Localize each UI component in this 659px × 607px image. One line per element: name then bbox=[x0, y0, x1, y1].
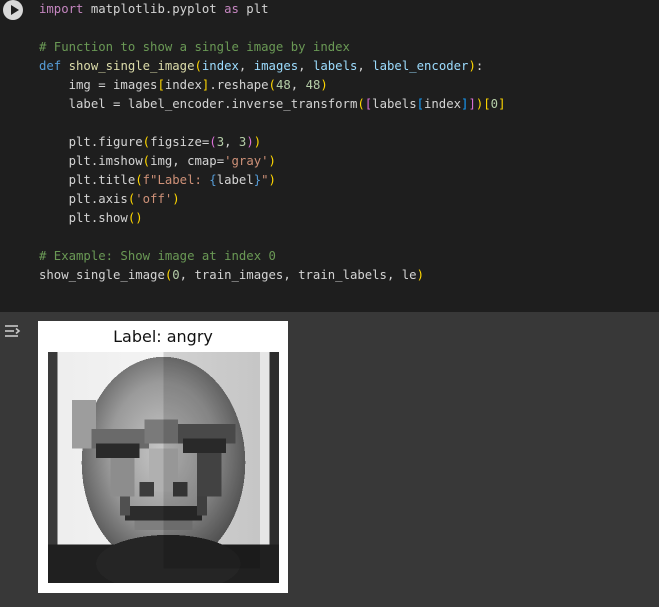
code-token: labels bbox=[312, 59, 358, 73]
code-token: import bbox=[39, 2, 84, 16]
code-token: [ bbox=[483, 97, 491, 111]
code-token: ) bbox=[416, 268, 424, 282]
code-token: , bbox=[357, 59, 373, 73]
code-line: plt.figure(figsize=(3, 3)) bbox=[39, 133, 505, 152]
code-token: 3 bbox=[216, 135, 225, 149]
code-token: ) bbox=[253, 135, 262, 149]
code-token: ( bbox=[194, 59, 202, 73]
code-token: 0 bbox=[172, 268, 180, 282]
code-token: # Function to show a single image by ind… bbox=[39, 40, 350, 54]
code-token: index bbox=[424, 97, 462, 111]
code-token: 48 bbox=[275, 78, 291, 92]
code-token: ) bbox=[172, 192, 180, 206]
code-token: index bbox=[164, 78, 202, 92]
code-token: ( bbox=[135, 173, 143, 187]
code-token: ) bbox=[320, 78, 328, 92]
code-line: plt.imshow(img, cmap='gray') bbox=[39, 152, 505, 171]
code-token: ) bbox=[268, 173, 276, 187]
code-token: " bbox=[261, 173, 269, 187]
code-line: show_single_image(0, train_images, train… bbox=[39, 266, 505, 285]
code-token: plt.show bbox=[39, 211, 128, 225]
code-token: plt.title bbox=[39, 173, 136, 187]
code-line: label = label_encoder.inverse_transform(… bbox=[39, 95, 506, 114]
code-token: f"Label: bbox=[142, 173, 210, 187]
code-editor[interactable]: import matplotlib.pyplot as plt # Functio… bbox=[39, 0, 505, 285]
code-token: label bbox=[216, 173, 254, 187]
run-cell-button[interactable] bbox=[3, 0, 23, 20]
code-token: index bbox=[201, 59, 239, 73]
code-token: { bbox=[209, 173, 217, 187]
code-token: ( bbox=[268, 78, 276, 92]
code-token: 48 bbox=[305, 78, 321, 92]
code-token: plt bbox=[238, 2, 269, 16]
code-token: matplotlib.pyplot bbox=[83, 2, 225, 16]
cell-output: Label: angry bbox=[0, 312, 659, 607]
code-token: , train_images, train_labels, le bbox=[179, 268, 417, 282]
code-token: ( bbox=[357, 97, 365, 111]
code-token: img = images bbox=[39, 78, 158, 92]
code-token: 'off' bbox=[135, 192, 173, 206]
code-token: plt.figure bbox=[39, 135, 143, 149]
code-token: 'gray' bbox=[224, 154, 269, 168]
code-token: : bbox=[475, 59, 484, 73]
face-image bbox=[48, 352, 279, 583]
code-cell: import matplotlib.pyplot as plt # Functio… bbox=[0, 0, 659, 312]
code-token: , bbox=[290, 78, 306, 92]
code-token: ) bbox=[246, 135, 254, 149]
code-token: ( bbox=[142, 154, 151, 168]
code-token: as bbox=[224, 2, 239, 16]
code-line: plt.axis('off') bbox=[39, 190, 505, 209]
code-line: plt.show() bbox=[39, 209, 505, 228]
code-line: # Example: Show image at index 0 bbox=[39, 247, 505, 266]
output-collapse-icon[interactable] bbox=[3, 321, 23, 341]
code-token: ] bbox=[468, 97, 476, 111]
code-line: # Function to show a single image by ind… bbox=[39, 38, 505, 57]
code-token: , bbox=[298, 59, 313, 73]
code-token: show_single_image bbox=[68, 59, 195, 73]
code-token: figsize= bbox=[150, 135, 210, 149]
code-token: () bbox=[127, 211, 143, 225]
code-token: .reshape bbox=[209, 78, 269, 92]
code-token: ) bbox=[268, 154, 276, 168]
code-token: img, cmap= bbox=[150, 154, 225, 168]
code-line: plt.title(f"Label: {label}") bbox=[39, 171, 505, 190]
code-token: [ bbox=[416, 97, 424, 111]
code-token: 0 bbox=[490, 97, 499, 111]
code-token: , bbox=[238, 59, 254, 73]
code-token: images bbox=[253, 59, 299, 73]
code-token: ) bbox=[468, 59, 476, 73]
matplotlib-figure: Label: angry bbox=[38, 321, 288, 593]
code-token: plt.axis bbox=[39, 192, 128, 206]
code-token: show_single_image bbox=[39, 268, 165, 282]
code-line: img = images[index].reshape(48, 48) bbox=[39, 76, 505, 95]
figure-title: Label: angry bbox=[113, 327, 213, 346]
code-token: label_encoder bbox=[372, 59, 469, 73]
code-token: labels bbox=[372, 97, 417, 111]
code-token: plt.imshow bbox=[39, 154, 143, 168]
code-token: ] bbox=[498, 97, 506, 111]
code-token: label = label_encoder.inverse_transform bbox=[39, 97, 358, 111]
code-line: def show_single_image(index, images, lab… bbox=[39, 57, 505, 76]
code-token: , bbox=[224, 135, 239, 149]
code-token: # Example: Show image at index 0 bbox=[39, 249, 276, 263]
code-token: ( bbox=[209, 135, 217, 149]
code-token: [ bbox=[157, 78, 165, 92]
code-token: ( bbox=[142, 135, 151, 149]
code-token: def bbox=[39, 59, 62, 73]
code-line: import matplotlib.pyplot as plt bbox=[39, 0, 505, 19]
play-icon bbox=[11, 5, 19, 15]
